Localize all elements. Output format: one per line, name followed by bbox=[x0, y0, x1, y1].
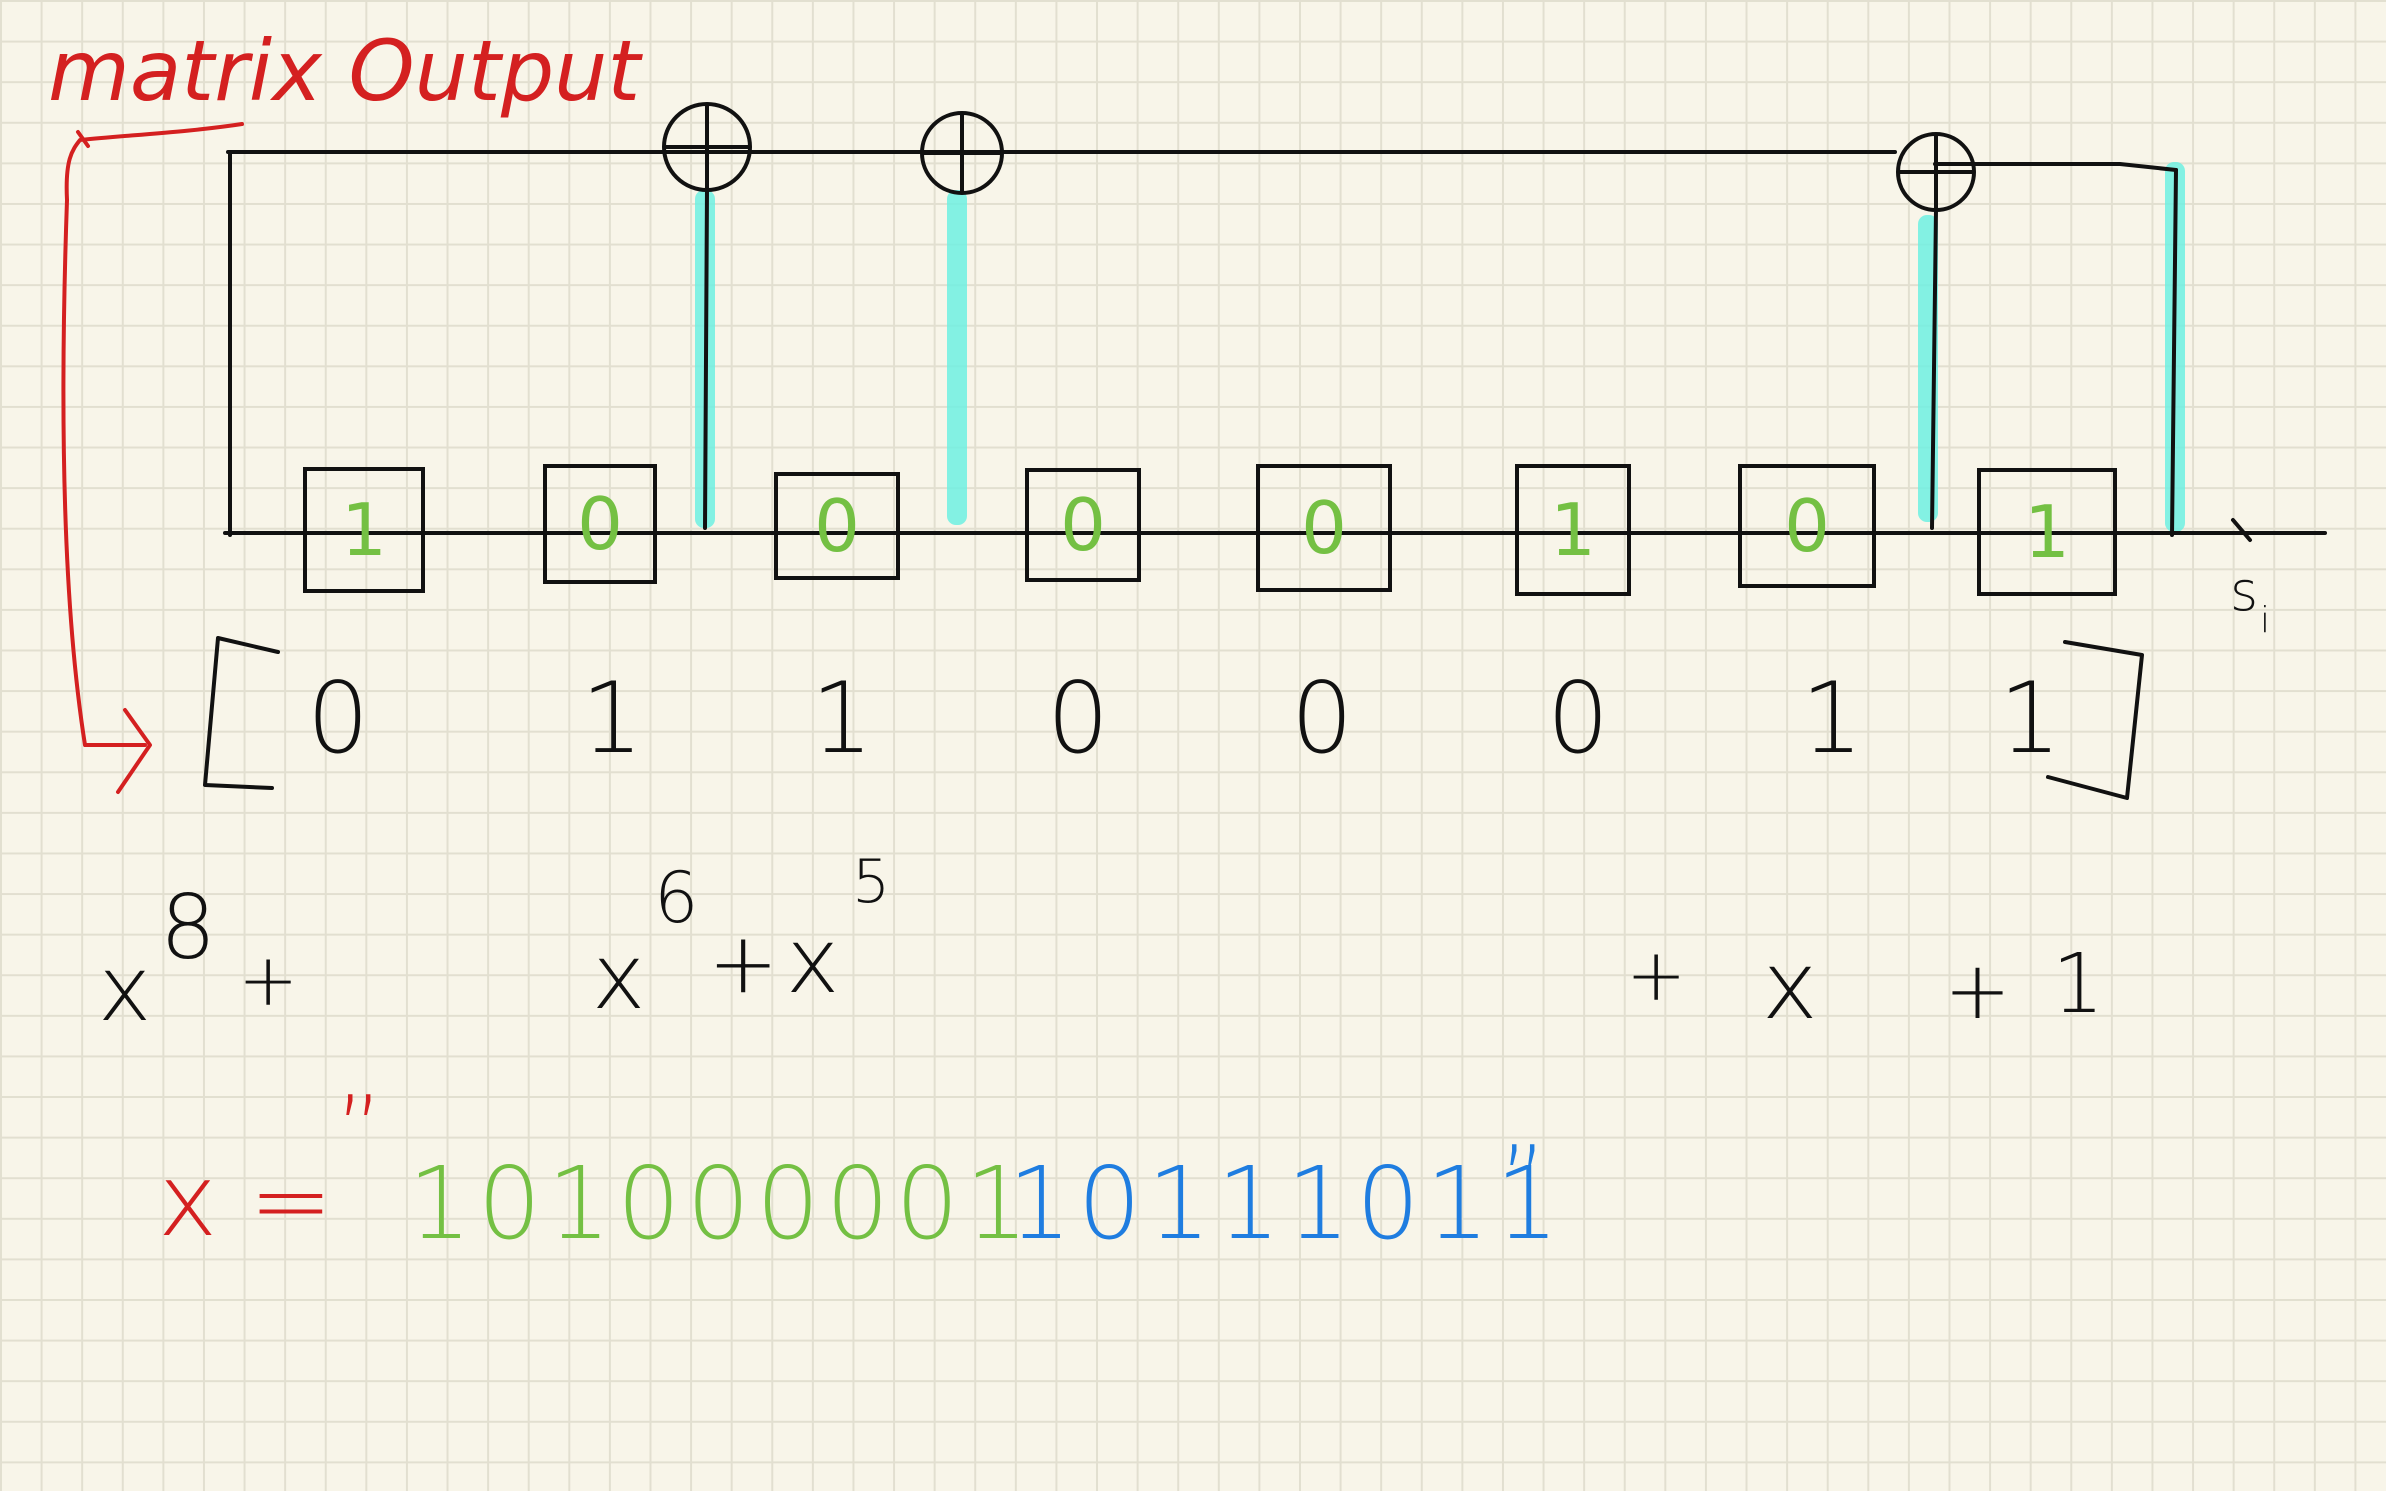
register-cell: 0 bbox=[1025, 468, 1141, 582]
sequence-blue-bits: 10111011 bbox=[1008, 1145, 1565, 1262]
poly-plus-1: + bbox=[238, 938, 298, 1022]
poly-term-x8-exp: 8 bbox=[160, 876, 216, 979]
sequence-open-quote: ” bbox=[336, 1077, 383, 1182]
tap-highlights bbox=[695, 162, 2185, 532]
poly-constant: 1 bbox=[2052, 937, 2104, 1032]
register-bit: 1 bbox=[1550, 488, 1596, 572]
feedback-wiring bbox=[223, 150, 2327, 542]
matrix-value: 0 bbox=[1291, 662, 1353, 776]
output-subscript: i bbox=[2260, 600, 2270, 641]
feedback-top-line-end bbox=[1933, 162, 2178, 172]
poly-term-x: x bbox=[1762, 932, 1818, 1041]
tap-highlight bbox=[947, 190, 967, 525]
poly-plus-2: + bbox=[708, 914, 778, 1012]
left-bracket bbox=[203, 636, 280, 790]
matrix-value: 1 bbox=[1801, 662, 1863, 776]
register-cell: 1 bbox=[1515, 464, 1631, 596]
poly-term-x5-exp: 5 bbox=[852, 847, 890, 917]
poly-term-x6-base: x bbox=[592, 925, 645, 1030]
register-cell: 0 bbox=[1256, 464, 1392, 592]
output-label: s bbox=[2230, 560, 2258, 623]
sequence-close-quote: ” bbox=[1500, 1127, 1547, 1232]
shift-register: 1 0 0 0 0 1 0 1 bbox=[303, 464, 2117, 596]
output-sequence: x = ” 101000001 10111011 ” bbox=[158, 1077, 1565, 1262]
matrix-row: 0 1 1 0 0 0 1 1 bbox=[307, 662, 2061, 776]
register-bit: 0 bbox=[577, 482, 623, 566]
poly-plus-3: + bbox=[1626, 933, 1686, 1017]
register-cell: 0 bbox=[1738, 464, 1876, 588]
annotation-label: matrix Output bbox=[48, 22, 643, 120]
grid-paper-canvas: 1 0 0 0 0 1 0 1 0 1 1 0 0 0 1 1 matrix Output s i x 8 … bbox=[0, 0, 2386, 1491]
register-bit: 1 bbox=[341, 488, 387, 572]
register-cell: 0 bbox=[774, 472, 900, 580]
poly-plus-4: + bbox=[1944, 944, 2011, 1037]
matrix-value: 0 bbox=[307, 662, 369, 776]
matrix-value: 0 bbox=[1547, 662, 1609, 776]
register-bit: 1 bbox=[2024, 490, 2070, 574]
poly-term-x5-base: x bbox=[786, 909, 839, 1014]
output-tick bbox=[2231, 518, 2252, 542]
sequence-prefix: x = bbox=[158, 1142, 333, 1259]
sequence-green-bits: 101000001 bbox=[408, 1145, 1035, 1262]
register-cell: 0 bbox=[543, 464, 657, 584]
matrix-value: 1 bbox=[1999, 662, 2061, 776]
xor-gate bbox=[662, 102, 752, 192]
register-bit: 0 bbox=[1301, 486, 1347, 570]
poly-term-x8-base: x bbox=[98, 937, 151, 1042]
right-bracket bbox=[2046, 640, 2144, 800]
register-bit: 0 bbox=[814, 484, 860, 568]
matrix-value: 1 bbox=[811, 662, 873, 776]
register-cell: 1 bbox=[303, 467, 425, 593]
tap-lines bbox=[703, 168, 2178, 537]
xor-gate bbox=[1896, 132, 1976, 212]
poly-term-x6-exp: 6 bbox=[654, 857, 699, 939]
polynomial: x 8 + x 6 + x 5 + x + 1 bbox=[98, 847, 2104, 1042]
lfsr-diagram: 1 0 0 0 0 1 0 1 0 1 1 0 0 0 1 1 matrix Output s i x 8 … bbox=[48, 22, 2327, 1262]
register-bit: 0 bbox=[1784, 484, 1830, 568]
matrix-value: 0 bbox=[1047, 662, 1109, 776]
register-bit: 0 bbox=[1060, 483, 1106, 567]
xor-gate bbox=[920, 111, 1004, 195]
matrix-value: 1 bbox=[581, 662, 643, 776]
